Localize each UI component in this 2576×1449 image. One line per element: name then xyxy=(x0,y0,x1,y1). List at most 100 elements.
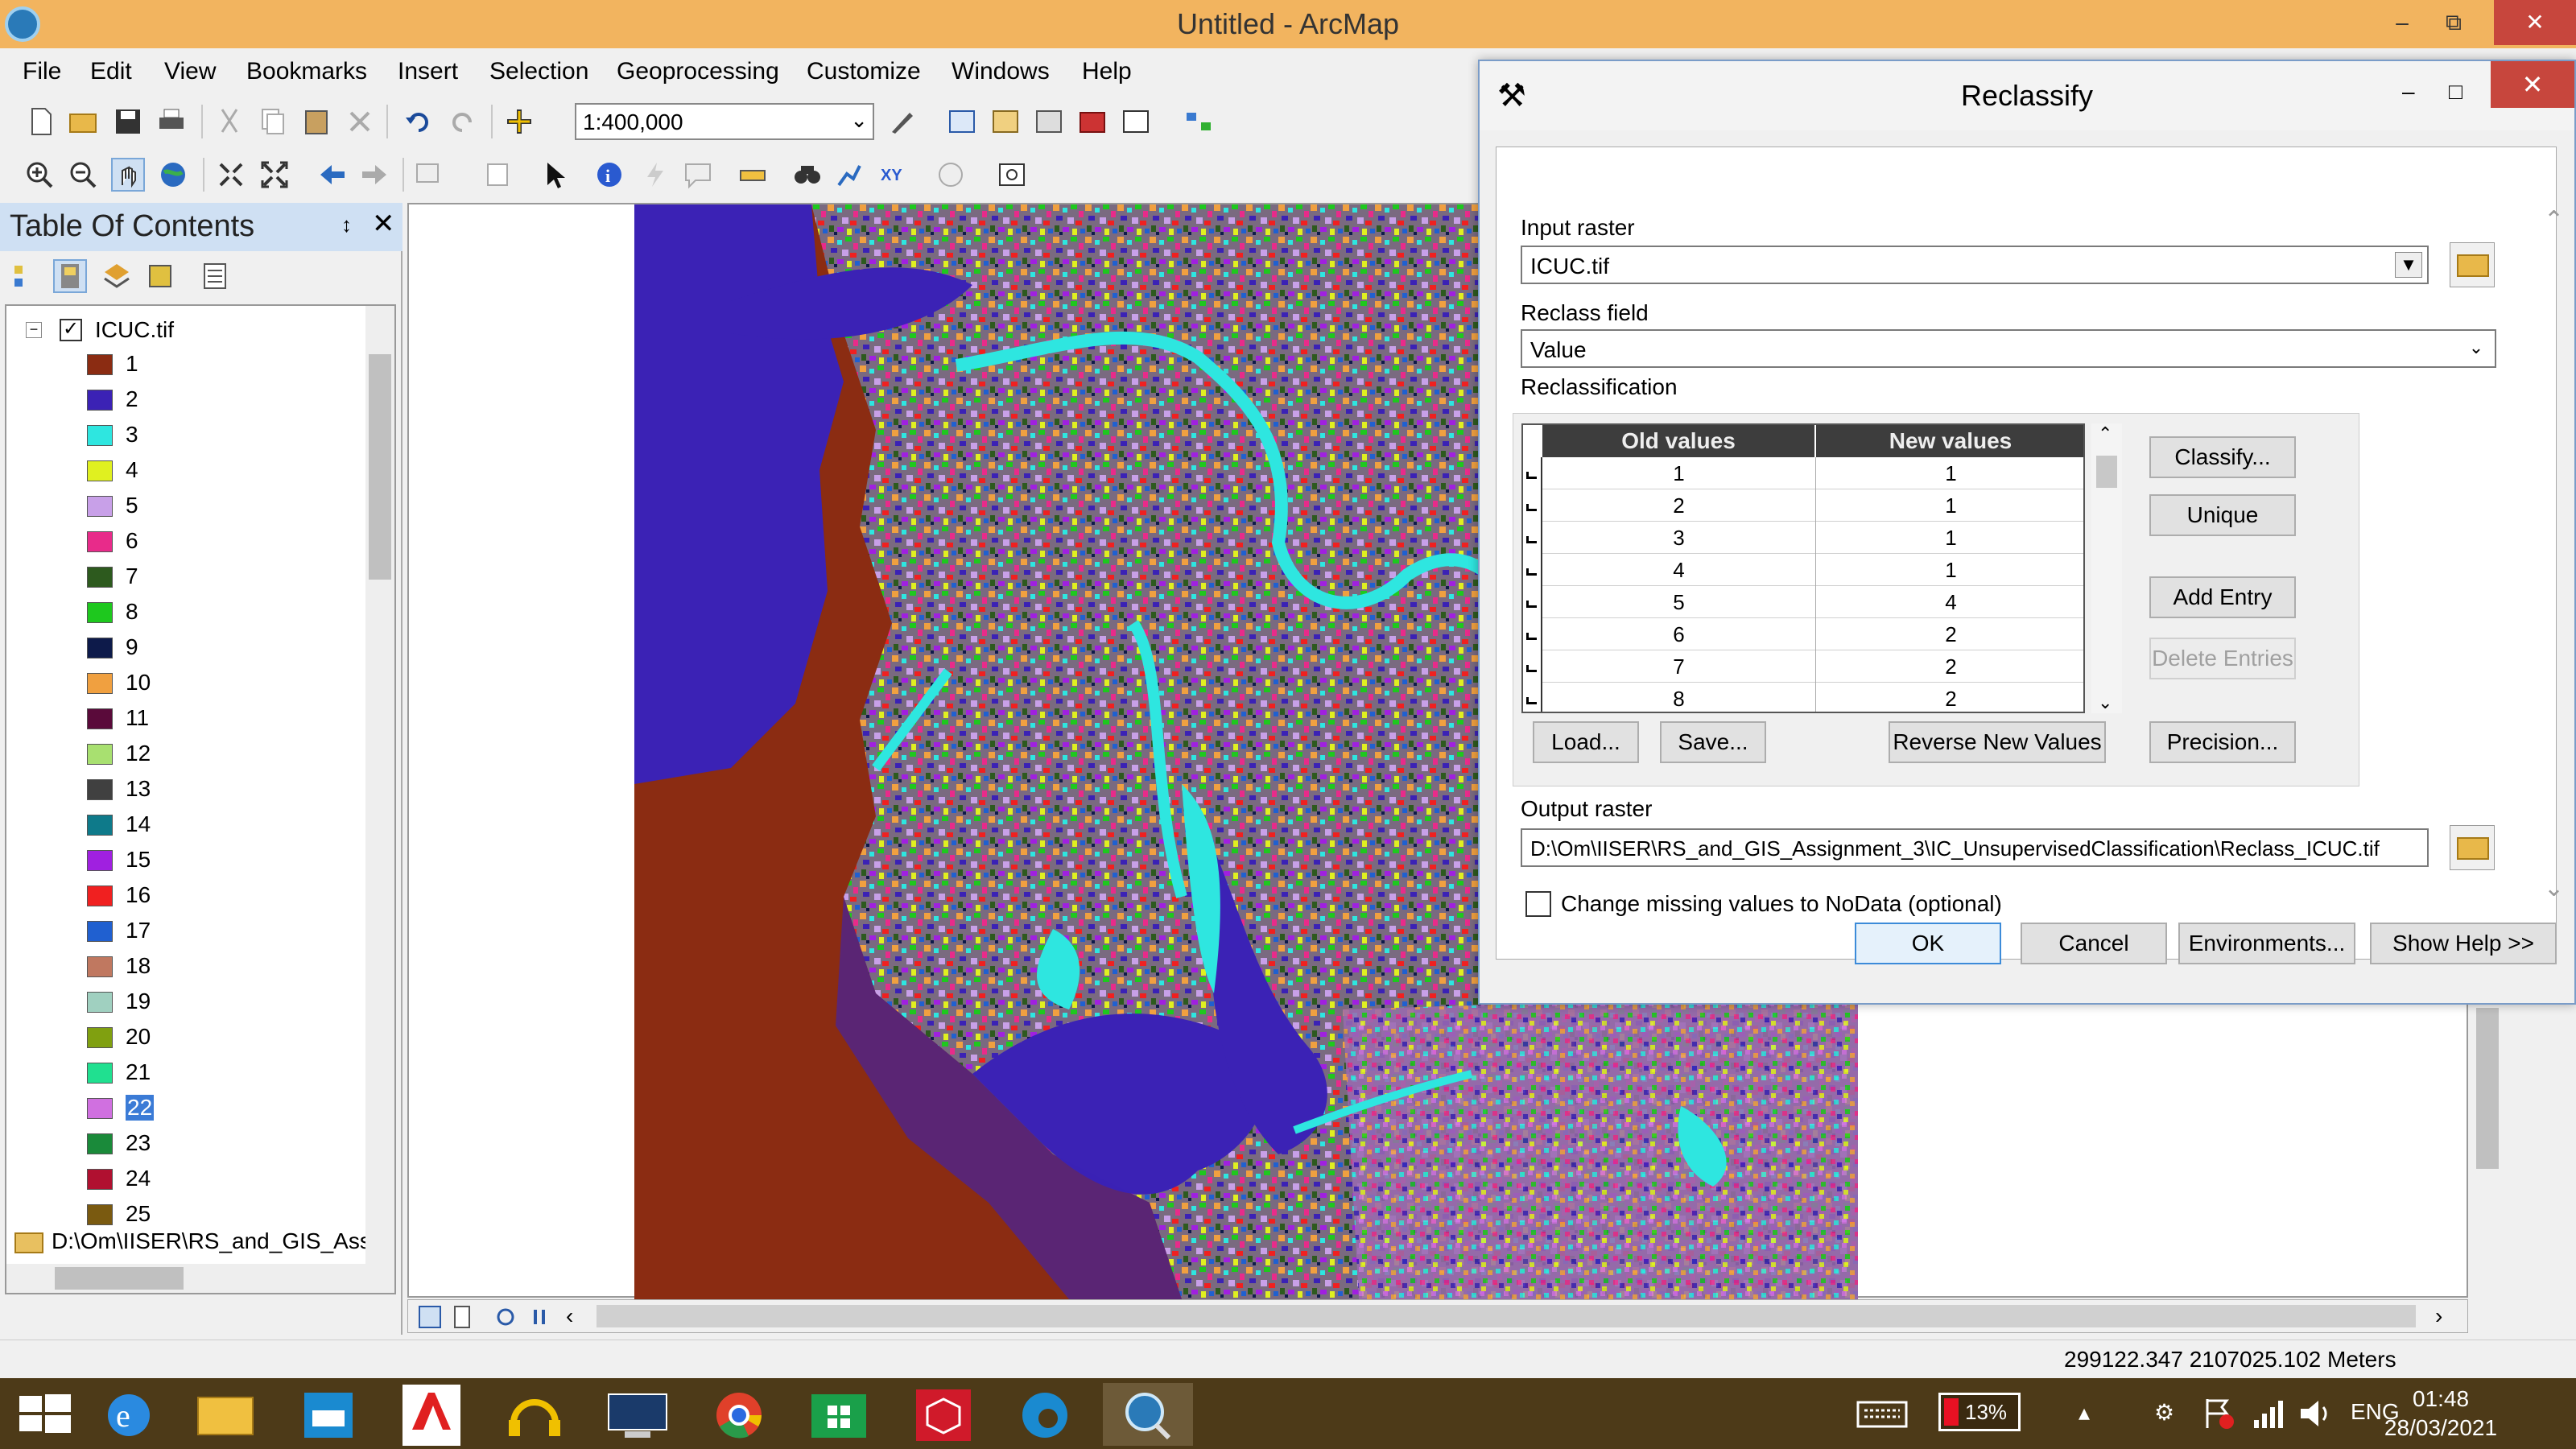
legend-swatch[interactable] xyxy=(87,708,113,729)
legend-swatch[interactable] xyxy=(87,850,113,871)
delete-icon[interactable] xyxy=(345,106,375,137)
action-center-flag-icon[interactable] xyxy=(2201,1396,2236,1431)
old-value-cell[interactable]: 7 xyxy=(1542,650,1816,683)
adobe-icon[interactable] xyxy=(386,1383,477,1446)
nodata-checkbox[interactable] xyxy=(1525,891,1551,917)
legend-label[interactable]: 18 xyxy=(126,953,151,979)
scroll-up-icon[interactable]: ⌃ xyxy=(2098,423,2112,444)
scroll-down-icon[interactable]: ⌄ xyxy=(2544,874,2564,902)
legend-swatch[interactable] xyxy=(87,779,113,800)
input-raster-select[interactable]: ICUC.tif ▼ xyxy=(1521,246,2429,284)
menu-file[interactable]: File xyxy=(23,58,61,85)
new-value-cell[interactable]: 1 xyxy=(1816,522,2083,554)
select-features-icon[interactable] xyxy=(414,159,444,190)
new-value-cell[interactable]: 1 xyxy=(1816,489,2083,522)
arcmap-taskbar-icon[interactable] xyxy=(1103,1383,1193,1446)
go-to-xy-icon[interactable]: XY xyxy=(877,159,908,190)
undo-icon[interactable] xyxy=(402,106,433,137)
scroll-down-icon[interactable]: ⌄ xyxy=(2098,692,2112,713)
back-extent-icon[interactable] xyxy=(317,159,348,190)
editor-toolbar-icon[interactable] xyxy=(887,106,918,137)
legend-swatch[interactable] xyxy=(87,1204,113,1225)
legend-label[interactable]: 23 xyxy=(126,1130,151,1156)
legend-swatch[interactable] xyxy=(87,1133,113,1154)
legend-swatch[interactable] xyxy=(87,567,113,588)
fixed-zoom-in-icon[interactable] xyxy=(216,159,246,190)
old-value-cell[interactable]: 4 xyxy=(1542,554,1816,586)
save-icon[interactable] xyxy=(113,106,143,137)
paste-icon[interactable] xyxy=(301,106,332,137)
dialog-close-button[interactable]: ✕ xyxy=(2491,61,2574,108)
legend-swatch[interactable] xyxy=(87,354,113,375)
legend-swatch[interactable] xyxy=(87,992,113,1013)
mail-icon[interactable] xyxy=(283,1383,374,1446)
list-by-drawing-order-icon[interactable] xyxy=(11,261,42,291)
old-value-cell[interactable]: 5 xyxy=(1542,586,1816,618)
zoom-out-icon[interactable] xyxy=(68,159,98,190)
row-header[interactable] xyxy=(1523,683,1542,712)
legend-label[interactable]: 14 xyxy=(126,811,151,837)
legend-label[interactable]: 22 xyxy=(126,1095,155,1121)
legend-swatch[interactable] xyxy=(87,956,113,977)
store-icon[interactable] xyxy=(794,1383,884,1446)
dialog-maximize-button[interactable]: □ xyxy=(2449,72,2462,114)
legend-label[interactable]: 4 xyxy=(126,457,138,483)
table-row[interactable]: 21 xyxy=(1523,489,2083,522)
old-value-cell[interactable]: 6 xyxy=(1542,618,1816,650)
column-header-old[interactable]: Old values xyxy=(1542,425,1816,457)
legend-swatch[interactable] xyxy=(87,602,113,623)
legend-swatch[interactable] xyxy=(87,1098,113,1119)
print-icon[interactable] xyxy=(156,106,187,137)
row-header[interactable] xyxy=(1523,586,1542,618)
search-window-icon[interactable] xyxy=(1034,106,1064,137)
menu-edit[interactable]: Edit xyxy=(90,58,132,85)
menu-windows[interactable]: Windows xyxy=(952,58,1050,85)
new-document-icon[interactable] xyxy=(26,106,56,137)
legend-label[interactable]: 12 xyxy=(126,741,151,766)
reclass-field-select[interactable]: Value ⌄ xyxy=(1521,329,2496,368)
table-row[interactable]: 31 xyxy=(1523,522,2083,554)
browse-output-button[interactable] xyxy=(2450,825,2495,870)
menu-customize[interactable]: Customize xyxy=(807,58,921,85)
legend-label[interactable]: 1 xyxy=(126,351,138,377)
new-value-cell[interactable]: 2 xyxy=(1816,683,2083,712)
old-value-cell[interactable]: 8 xyxy=(1542,683,1816,712)
headphones-icon[interactable] xyxy=(489,1383,580,1446)
menu-help[interactable]: Help xyxy=(1082,58,1132,85)
environments-button[interactable]: Environments... xyxy=(2178,923,2355,964)
show-help-button[interactable]: Show Help >> xyxy=(2370,923,2557,964)
model-builder-icon[interactable] xyxy=(1183,106,1214,137)
legend-swatch[interactable] xyxy=(87,531,113,552)
legend-swatch[interactable] xyxy=(87,638,113,658)
legend-swatch[interactable] xyxy=(87,886,113,906)
legend-swatch[interactable] xyxy=(87,390,113,411)
legend-label[interactable]: 19 xyxy=(126,989,151,1014)
chrome-icon[interactable] xyxy=(694,1383,784,1446)
scroll-thumb[interactable] xyxy=(369,354,391,580)
refresh-icon[interactable] xyxy=(493,1305,518,1329)
list-by-selection-icon[interactable] xyxy=(145,261,175,291)
restore-button[interactable]: ⧉ xyxy=(2415,0,2492,45)
catalog-window-icon[interactable] xyxy=(990,106,1021,137)
zoom-in-icon[interactable] xyxy=(24,159,55,190)
legend-swatch[interactable] xyxy=(87,1063,113,1084)
legend-label[interactable]: 17 xyxy=(126,918,151,943)
internet-explorer-icon[interactable]: e xyxy=(84,1383,174,1446)
row-header[interactable] xyxy=(1523,554,1542,586)
redo-icon[interactable] xyxy=(448,106,478,137)
legend-swatch[interactable] xyxy=(87,815,113,836)
legend-swatch[interactable] xyxy=(87,673,113,694)
open-icon[interactable] xyxy=(68,106,98,137)
menu-selection[interactable]: Selection xyxy=(489,58,588,85)
load-button[interactable]: Load... xyxy=(1533,721,1639,763)
python-window-icon[interactable] xyxy=(1121,106,1151,137)
table-row[interactable]: 54 xyxy=(1523,586,2083,618)
menu-view[interactable]: View xyxy=(164,58,216,85)
file-explorer-icon[interactable] xyxy=(180,1383,270,1446)
scroll-up-icon[interactable]: ⌃ xyxy=(2544,206,2564,234)
legend-label[interactable]: 16 xyxy=(126,882,151,908)
legend-swatch[interactable] xyxy=(87,921,113,942)
old-value-cell[interactable]: 3 xyxy=(1542,522,1816,554)
menu-insert[interactable]: Insert xyxy=(398,58,458,85)
pan-icon[interactable] xyxy=(111,158,145,192)
